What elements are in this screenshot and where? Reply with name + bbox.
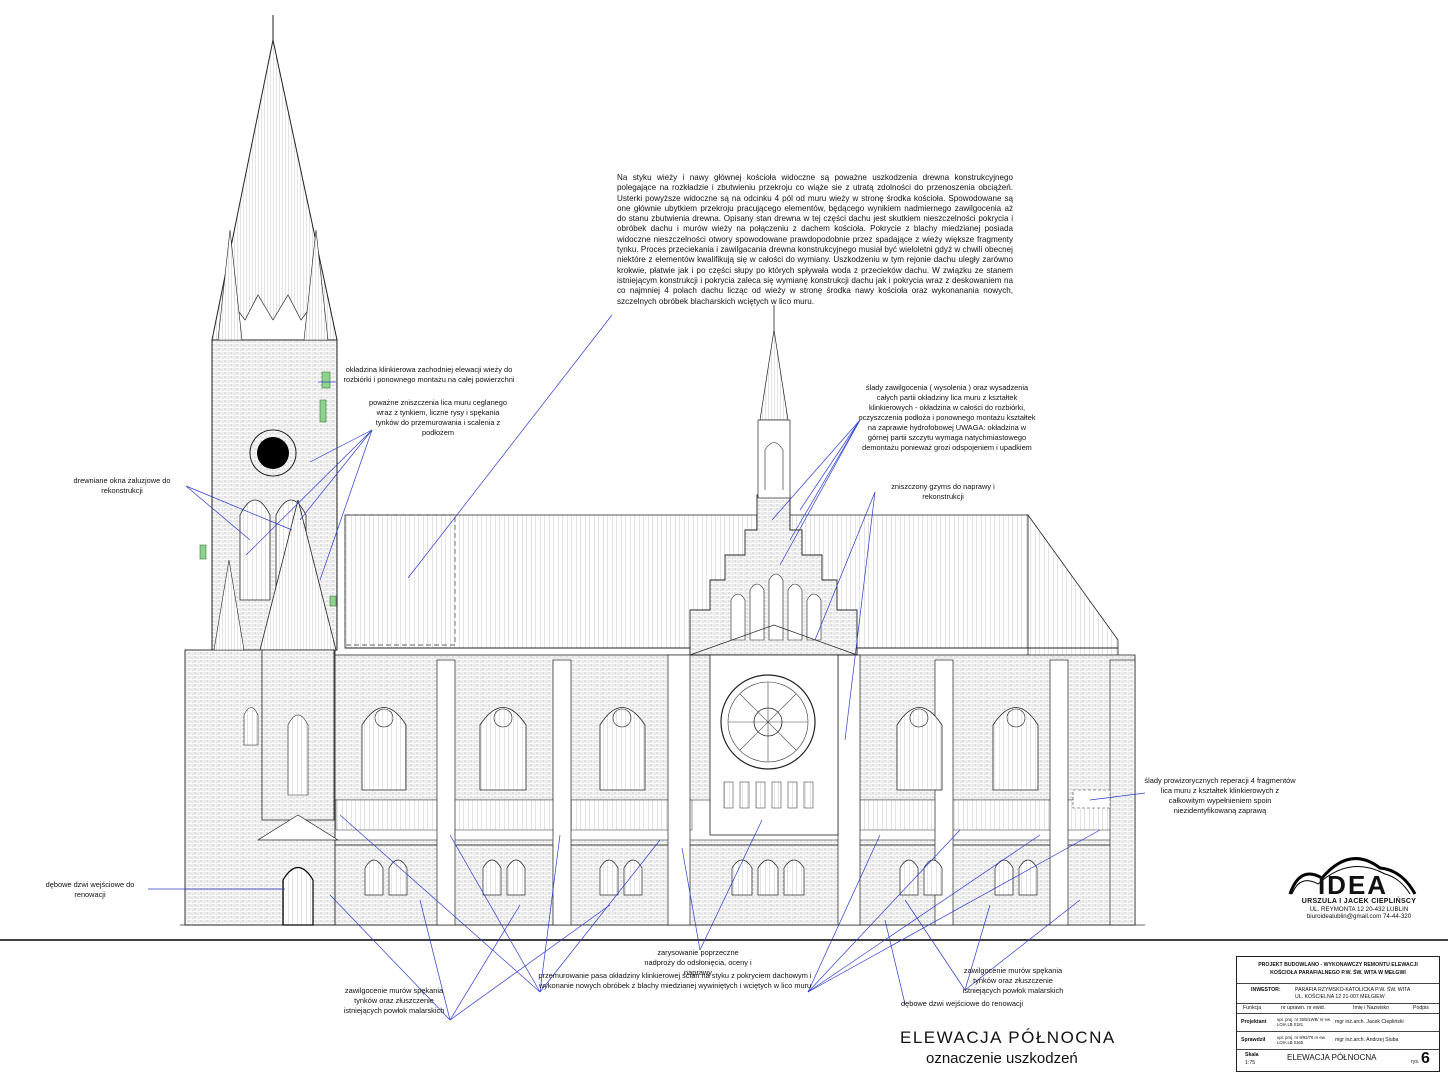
- designer-name: mgr inż.arch. Jacek Ciepliński: [1335, 1019, 1404, 1025]
- sheet-label: rys.: [1411, 1059, 1420, 1065]
- idea-logo-text: IDEA: [1317, 870, 1389, 900]
- designer-label: Projektant: [1241, 1019, 1267, 1025]
- right-door-note: dębowe dzwi wejściowe do renowacji: [900, 999, 1023, 1008]
- moisture-left-note: zawilgocenie murów spękania tynków oraz …: [343, 986, 445, 1015]
- cornice-note: zniszczony gzyms do naprawy i rekonstruk…: [891, 482, 995, 501]
- windows-note: drewniane okna żaluzjowe do rekonstrukcj…: [73, 476, 171, 495]
- moisture-right-note: zawilgocenie murów spękania tynków oraz …: [962, 966, 1064, 995]
- designer-number: upr. proj. nr 26/5/LWB/ nr ew. LOIA LB 0…: [1277, 1017, 1331, 1027]
- entrance-door: [282, 866, 314, 926]
- tower-clock-opening: [257, 437, 289, 469]
- temporary-repairs-note: ślady prowizorycznych reperacji 4 fragme…: [1144, 776, 1296, 815]
- title-block: PROJEKT BUDOWLANO - WYKONAWCZY REMONTU E…: [1236, 956, 1440, 1072]
- investor-name: PARAFIA RZYMSKO-KATOLICKA P.W. ŚW. WITA: [1295, 987, 1411, 993]
- wall-band-note: przemurowanie pasa okładziny klinkierowe…: [538, 971, 812, 990]
- logo-address: UL. REYMONTA 12 20-432 LUBLIN: [1309, 906, 1409, 913]
- checker-number: upr. proj. nr 9/93/76 nr ew. LOIA LB 016…: [1277, 1035, 1326, 1045]
- sheet-number: 6: [1421, 1050, 1430, 1067]
- col-number: nr uprawn. nr ewid.: [1281, 1005, 1326, 1011]
- brick-damage-note: poważne zniszczenia lica muru ceglanego …: [368, 398, 508, 437]
- project-name: PROJEKT BUDOWLANO - WYKONAWCZY REMONTU E…: [1258, 962, 1418, 968]
- drawing-title: ELEWACJA PÓŁNOCNA: [900, 1028, 1116, 1047]
- idea-logo: IDEA: [1283, 856, 1423, 932]
- col-function: Funkcja: [1243, 1005, 1262, 1011]
- col-name: Imię i Nazwisko: [1353, 1005, 1390, 1011]
- tower-cladding-note: okładzina klinkierowa zachodniej elewacj…: [343, 365, 515, 384]
- gable-cladding-note: ślady zawilgocenia ( wysolenia ) oraz wy…: [858, 383, 1036, 452]
- project-name-2: KOŚCIOŁA PARAFIALNEGO P.W. ŚW. WITA W ME…: [1270, 970, 1406, 976]
- left-door-note: dębowe dzwi wejściowe do renowacji: [45, 880, 135, 899]
- logo-contact: biuroidealublin@gmail.com 74-44-320: [1306, 913, 1412, 920]
- drawing-subtitle: oznaczenie uszkodzeń: [926, 1050, 1078, 1067]
- roof-damage-note: Na styku wieży i nawy głównej kościoła w…: [617, 173, 1013, 306]
- scale-label: Skala: [1245, 1052, 1259, 1058]
- investor-label: INWESTOR:: [1251, 987, 1281, 993]
- checker-name: mgr inż.arch. Andrzej Siuba: [1335, 1037, 1399, 1043]
- sheet-title: ELEWACJA PÓŁNOCNA: [1287, 1053, 1377, 1062]
- main-tower: [184, 15, 340, 926]
- church-elevation-drawing: [0, 15, 1448, 1021]
- checker-label: Sprawdził: [1241, 1037, 1266, 1043]
- ground-line: [0, 924, 1448, 941]
- scale-value: 1:75: [1245, 1060, 1256, 1066]
- col-sign: Podpis: [1413, 1005, 1429, 1011]
- logo-owner-name: URSZULA I JACEK CIEPLIŃSCY: [1301, 898, 1417, 905]
- investor-address: UL. KOŚCIELNA 12 21-007 MEŁGIEW: [1295, 994, 1385, 1000]
